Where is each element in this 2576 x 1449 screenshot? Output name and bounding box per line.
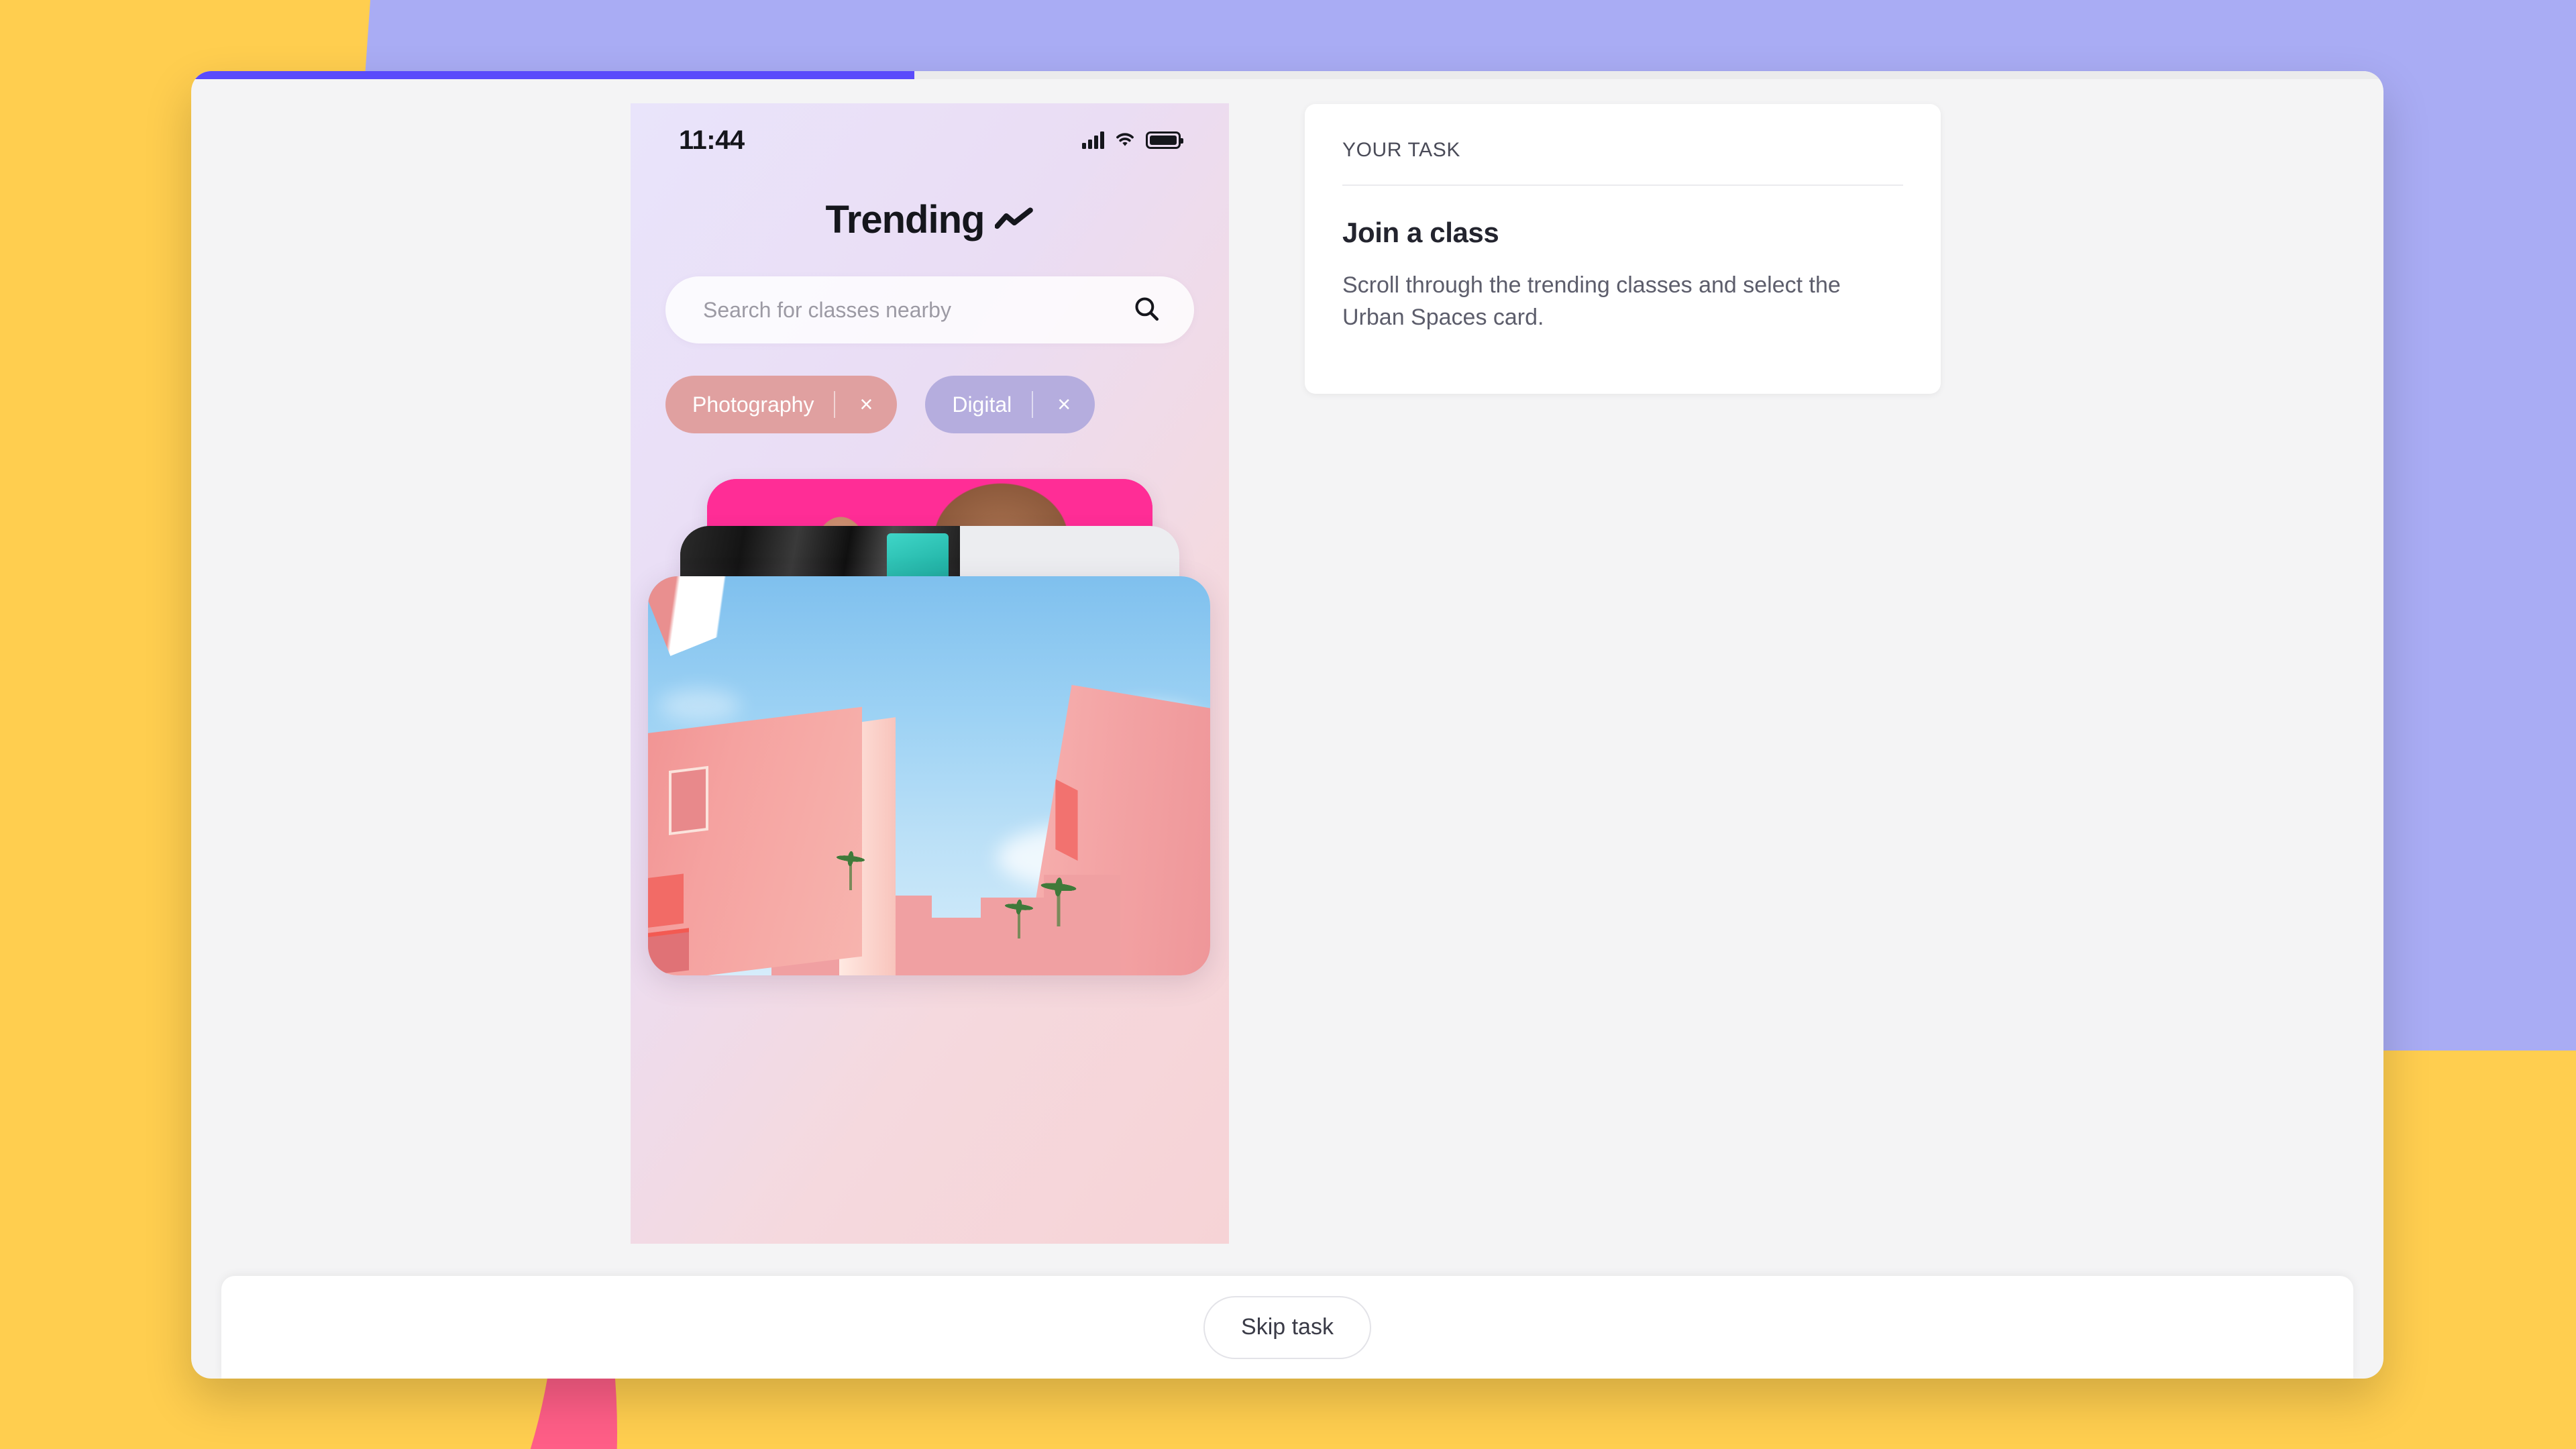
filter-chip-digital[interactable]: Digital × [925,376,1095,433]
cellular-signal-icon [1082,131,1104,149]
filter-chip-label: Photography [692,392,814,417]
search-placeholder: Search for classes nearby [703,297,951,322]
filter-chip-photography[interactable]: Photography × [665,376,898,433]
task-eyebrow-label: YOUR TASK [1342,139,1460,161]
task-title: Join a class [1342,217,1499,248]
close-icon[interactable]: × [834,391,897,418]
class-card-front[interactable]: Digital Photography Nathy Diaz, Adam G.,… [648,576,1210,975]
app-window: 11:44 Trending Search for classes nearby [191,71,2383,1379]
search-icon[interactable] [1132,294,1161,326]
phone-mockup: 11:44 Trending Search for classes nearby [631,103,1229,1244]
phone-status-bar: 11:44 [631,103,1229,177]
class-card-stack: Digital Photography Nathy Diaz, Adam G.,… [631,479,1229,1244]
trending-up-icon [994,197,1034,242]
footer-bar: Skip task [221,1276,2353,1379]
page-title: Trending [631,197,1229,242]
status-clock: 11:44 [679,125,745,155]
skip-task-button[interactable]: Skip task [1203,1295,1371,1359]
task-progress-bar [191,71,2383,79]
task-panel: YOUR TASK Join a class Scroll through th… [1305,104,1941,394]
search-input[interactable]: Search for classes nearby [665,276,1194,343]
wifi-icon [1114,130,1136,151]
class-card-image [648,576,1210,975]
battery-full-icon [1146,131,1183,149]
status-icons-group [1082,130,1183,151]
close-icon[interactable]: × [1032,391,1095,418]
task-divider [1342,184,1903,186]
filter-chip-label: Digital [952,392,1012,417]
task-progress-fill [191,71,915,79]
task-description: Scroll through the trending classes and … [1342,272,1841,331]
page-title-text: Trending [825,198,985,241]
filter-chips: Photography × Digital × [665,376,1095,433]
